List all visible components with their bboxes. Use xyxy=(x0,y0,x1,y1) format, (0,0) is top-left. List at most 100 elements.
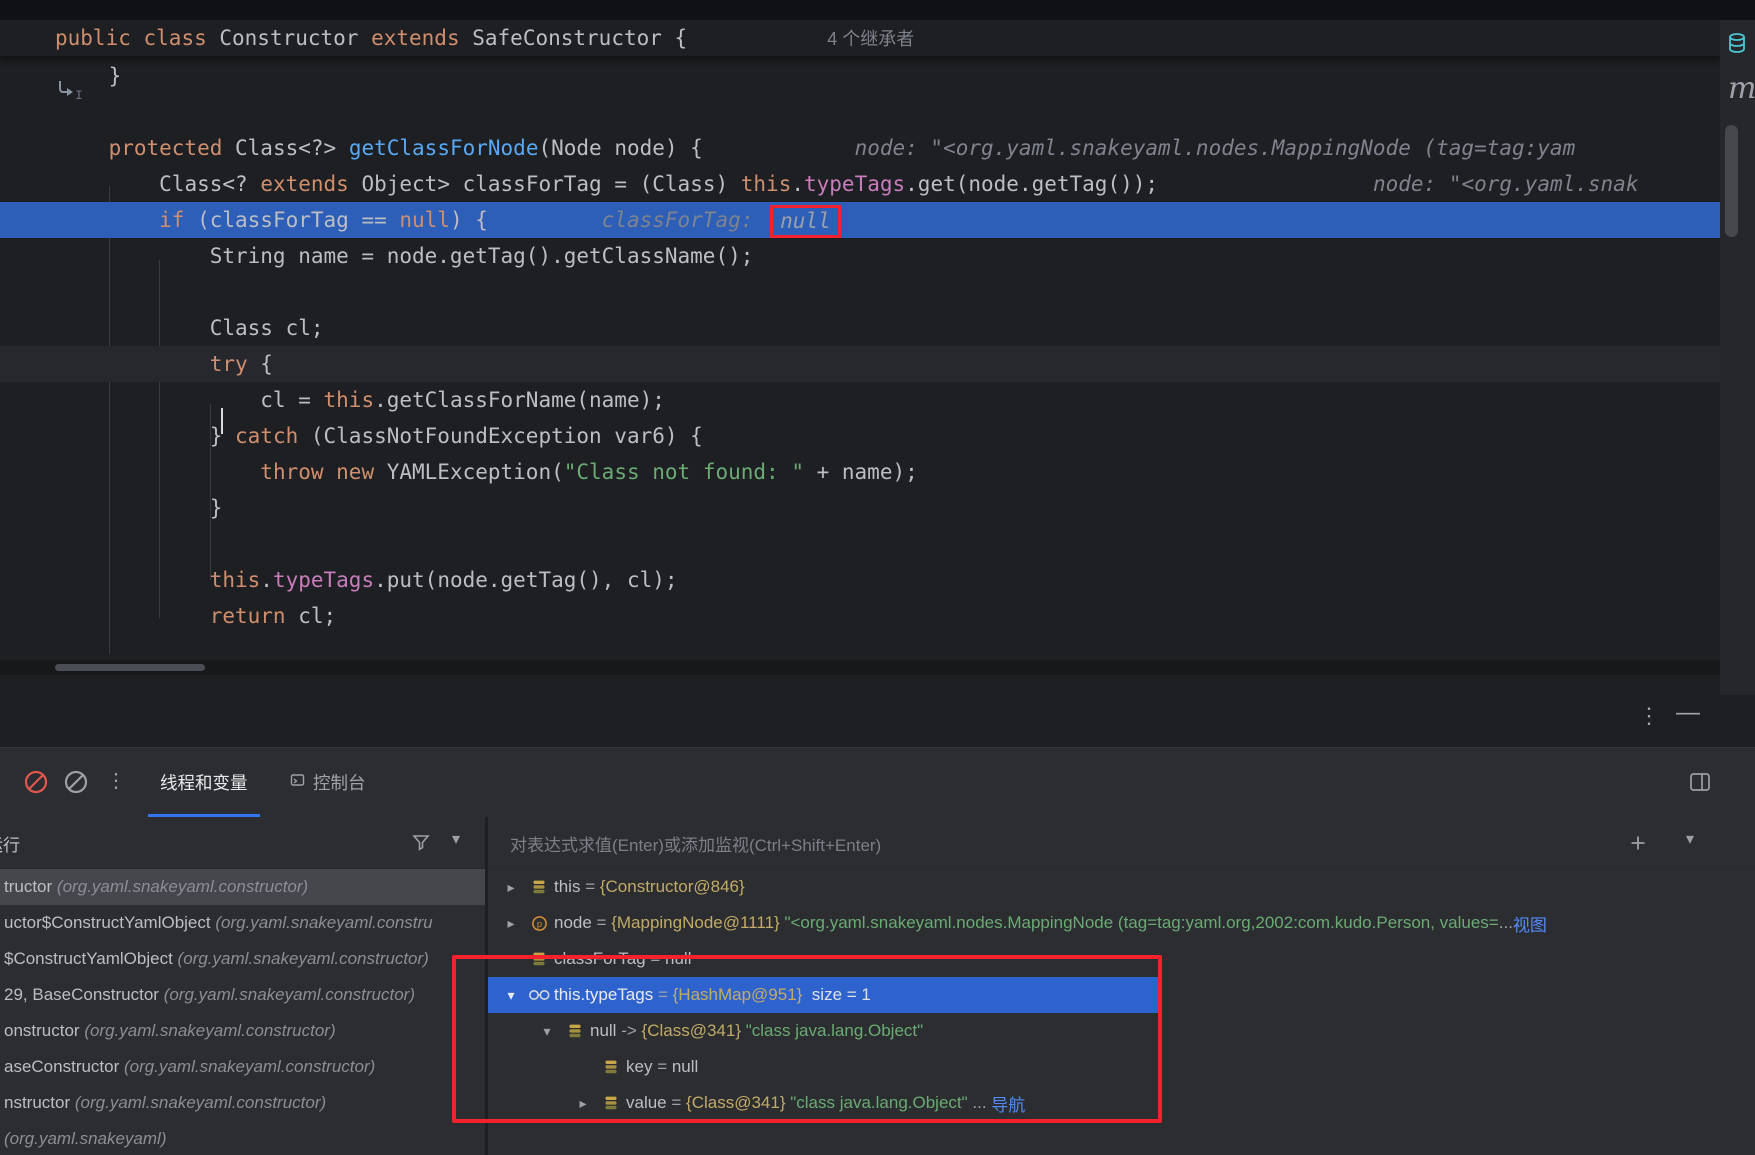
database-icon[interactable] xyxy=(1726,32,1748,59)
mute-breakpoints-icon[interactable] xyxy=(22,768,50,801)
code-line[interactable]: Class<? extends Object> classForTag = (C… xyxy=(0,166,1720,202)
code-token: . xyxy=(260,568,273,592)
code-line[interactable]: protected Class<?> getClassForNode(Node … xyxy=(0,130,1720,166)
frame-package: (org.yaml.snakeyaml.constructor) xyxy=(52,877,309,896)
code-token: + name); xyxy=(803,460,918,484)
code-line[interactable]: this.typeTags.put(node.getTag(), cl); xyxy=(0,562,1720,598)
variable-row[interactable]: ▸ this = {Constructor@846} xyxy=(488,869,1755,905)
text-caret xyxy=(221,408,223,434)
code-token: ) { xyxy=(449,208,488,232)
code-line[interactable] xyxy=(0,526,1720,562)
tree-chevron-icon[interactable]: ▸ xyxy=(498,879,524,896)
code-line[interactable]: try { xyxy=(0,346,1720,382)
evaluate-expression-input[interactable]: 对表达式求值(Enter)或添加监视(Ctrl+Shift+Enter) xyxy=(510,831,881,856)
code-line[interactable]: } xyxy=(0,490,1720,526)
code-token: null xyxy=(399,208,450,232)
code-token: Class cl; xyxy=(58,316,324,340)
tab-threads-variables[interactable]: 线程和变量 xyxy=(148,748,260,817)
frame-package: (org.yaml.snakeyaml.constructor) xyxy=(119,1057,376,1076)
code-line[interactable] xyxy=(0,94,1720,130)
code-token: } xyxy=(58,496,223,520)
layout-settings-icon[interactable] xyxy=(1688,770,1712,799)
code-token: node: "<org.yaml.snakeyaml.nodes.Mapping… xyxy=(854,136,1576,160)
console-icon xyxy=(290,772,305,793)
inheritors-hint[interactable]: 4 个继承者 xyxy=(827,29,914,49)
text-cursor-icon: I xyxy=(52,76,86,115)
stack-frame-row[interactable]: tructor (org.yaml.snakeyaml.constructor) xyxy=(0,869,485,905)
stack-frame-row[interactable]: nstructor (org.yaml.snakeyaml.constructo… xyxy=(0,1085,485,1121)
hide-panel-icon[interactable]: — xyxy=(1676,699,1700,727)
code-line[interactable]: throw new YAMLException("Class not found… xyxy=(0,454,1720,490)
code-line[interactable]: return cl; xyxy=(0,598,1720,634)
variable-row[interactable]: ▸ p node = {MappingNode@1111} "<org.yaml.s… xyxy=(488,905,1755,941)
variable-text: = xyxy=(580,877,600,896)
code-token: String name = node.getTag().getClassName… xyxy=(58,244,754,268)
code-token: . xyxy=(791,172,804,196)
code-line[interactable] xyxy=(0,274,1720,310)
frame-location: aseConstructor xyxy=(4,1057,120,1076)
filter-funnel-icon[interactable] xyxy=(412,833,430,856)
sticky-class-header[interactable]: public class Constructor extends SafeCon… xyxy=(0,20,1720,57)
chevron-down-icon[interactable]: ▾ xyxy=(1686,829,1694,849)
code-line[interactable]: String name = node.getTag().getClassName… xyxy=(0,238,1720,274)
stack-frame-row[interactable]: onstructor (org.yaml.snakeyaml.construct… xyxy=(0,1013,485,1049)
variable-text: {MappingNode@1111} xyxy=(611,913,785,932)
code-token: class xyxy=(143,26,220,50)
code-token: .get(node.getTag()); xyxy=(905,172,1159,196)
stack-frame-row[interactable]: 29, BaseConstructor (org.yaml.snakeyaml.… xyxy=(0,977,485,1013)
horizontal-scrollbar-thumb[interactable] xyxy=(55,664,205,671)
frame-package: (org.yaml.snakeyaml.constructor) xyxy=(79,1021,336,1040)
horizontal-scrollbar[interactable] xyxy=(0,660,1720,675)
stack-frame-row[interactable]: uctor$ConstructYamlObject (org.yaml.snak… xyxy=(0,905,485,941)
code-token: Object> classForTag = (Class) xyxy=(361,172,741,196)
code-line[interactable]: } catch (ClassNotFoundException var6) { xyxy=(0,418,1720,454)
add-watch-icon[interactable] xyxy=(1628,833,1648,858)
toolbar-more-icon[interactable]: ⋮ xyxy=(106,768,126,793)
code-token: "Class not found: " xyxy=(563,460,804,484)
vertical-scrollbar-thumb[interactable] xyxy=(1725,125,1738,237)
frame-location: 29, BaseConstructor xyxy=(4,985,159,1004)
disabled-breakpoint-icon[interactable] xyxy=(62,768,90,801)
evaluate-bar[interactable]: 对表达式求值(Enter)或添加监视(Ctrl+Shift+Enter) ▾ xyxy=(488,817,1755,869)
stack-frame-row[interactable]: $ConstructYamlObject (org.yaml.snakeyaml… xyxy=(0,941,485,977)
code-token: getClassForNode xyxy=(348,136,539,160)
view-link[interactable]: 视图 xyxy=(1513,911,1547,936)
code-area[interactable]: } protected Class<?> getClassForNode(Nod… xyxy=(0,58,1720,634)
code-token: .getClassForName(name); xyxy=(374,388,665,412)
tab-label: 线程和变量 xyxy=(160,773,248,793)
code-token: (Node node) { xyxy=(538,136,703,160)
frame-package: (org.yaml.snakeyaml.constructor) xyxy=(172,949,429,968)
code-line[interactable]: cl = this.getClassForName(name); xyxy=(0,382,1720,418)
code-token: typeTags xyxy=(804,172,906,196)
maven-icon[interactable]: m xyxy=(1728,72,1755,106)
code-token: cl; xyxy=(298,604,337,628)
code-token: node: "<org.yaml.snak xyxy=(1372,172,1639,196)
stack-frame-row[interactable]: aseConstructor (org.yaml.snakeyaml.const… xyxy=(0,1049,485,1085)
more-options-icon[interactable]: ⋮ xyxy=(1638,703,1660,729)
code-line[interactable]: if (classForTag == null) { classForTag: … xyxy=(0,202,1720,238)
code-line[interactable]: Class cl; xyxy=(0,310,1720,346)
code-line[interactable]: } xyxy=(0,58,1720,94)
chevron-down-icon[interactable]: ▾ xyxy=(452,829,460,849)
code-token: if xyxy=(159,208,198,232)
svg-text:I: I xyxy=(75,88,83,103)
frame-location: onstructor xyxy=(4,1021,80,1040)
code-token: try xyxy=(209,352,261,376)
frame-package: (org.yaml.snakeyaml.constru xyxy=(210,913,433,932)
code-token: return xyxy=(209,604,299,628)
code-token: } xyxy=(58,424,236,448)
frame-location: $ConstructYamlObject xyxy=(4,949,173,968)
debug-toolbar: ⋮ 线程和变量 控制台 xyxy=(0,747,1755,817)
tree-chevron-icon[interactable]: ▸ xyxy=(498,915,524,932)
variable-text: "<org.yaml.snakeyaml.nodes.MappingNode (… xyxy=(784,913,1499,932)
stack-frame-row[interactable]: (org.yaml.snakeyaml) xyxy=(0,1121,485,1155)
code-token: extends xyxy=(260,172,362,196)
tab-console[interactable]: 控制台 xyxy=(278,748,378,817)
window-top-strip xyxy=(0,0,1755,20)
code-token: { xyxy=(674,26,688,50)
